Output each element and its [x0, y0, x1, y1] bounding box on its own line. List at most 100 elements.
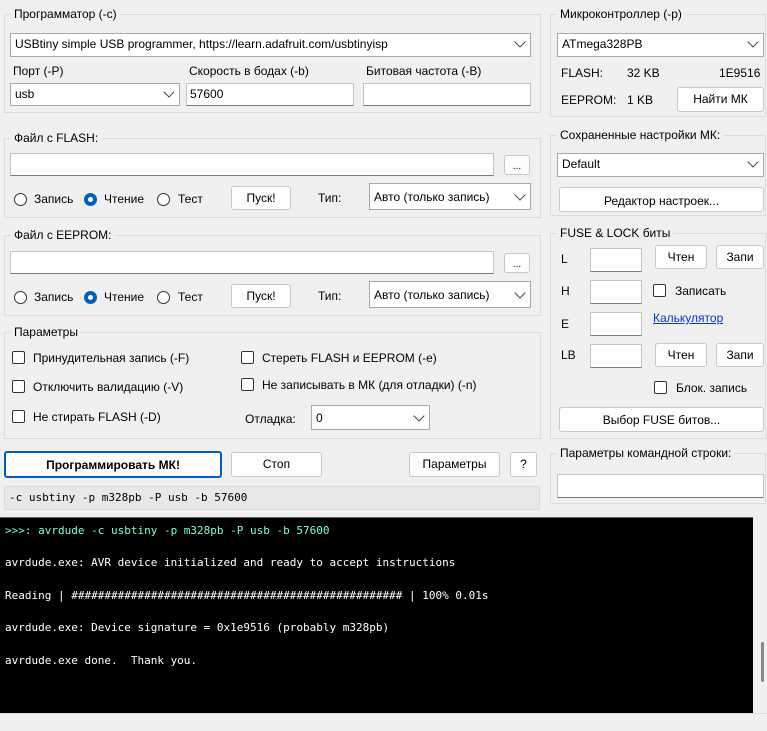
fuse-l-input[interactable]: [590, 248, 642, 272]
lock-read-button[interactable]: Чтен: [655, 343, 707, 367]
fuse-lb-label: LB: [561, 348, 576, 362]
eeprom-go-button[interactable]: Пуск!: [231, 284, 291, 308]
eeprom-type-value: Авто (только запись): [374, 288, 490, 302]
erase-checkbox[interactable]: [241, 351, 254, 364]
status-bar: [0, 713, 767, 731]
saved-settings-legend: Сохраненные настройки МК:: [560, 128, 721, 142]
mcu-legend: Микроконтроллер (-p): [560, 7, 682, 21]
flash-type-select[interactable]: Авто (только запись): [369, 183, 531, 210]
programmer-legend: Программатор (-c): [14, 7, 117, 21]
stop-button[interactable]: Стоп: [231, 452, 322, 477]
chevron-down-icon: [413, 410, 425, 422]
eeprom-browse-button[interactable]: ...: [504, 253, 530, 273]
lock-write-button[interactable]: Запи: [716, 343, 764, 367]
noerase-checkbox[interactable]: [12, 410, 25, 423]
flash-size-value: 32 KB: [627, 66, 660, 80]
programmer-select[interactable]: USBtiny simple USB programmer, https://l…: [10, 33, 531, 57]
debug-select[interactable]: 0: [311, 405, 430, 430]
cmdline-params-legend: Параметры командной строки:: [560, 446, 732, 460]
program-mcu-button[interactable]: Программировать МК!: [4, 451, 222, 478]
flash-type-value: Авто (только запись): [374, 190, 490, 204]
flash-write-radio[interactable]: [14, 193, 27, 206]
eeprom-legend: Файл с EEPROM:: [14, 228, 112, 242]
force-write-checkbox[interactable]: [12, 351, 25, 364]
fuse-read-button[interactable]: Чтен: [655, 245, 707, 269]
command-line-display: -c usbtiny -p m328pb -P usb -b 57600: [4, 486, 540, 510]
help-button[interactable]: ?: [510, 452, 537, 477]
flash-read-radio[interactable]: [84, 193, 97, 206]
params-legend: Параметры: [14, 325, 78, 339]
mcu-select-value: ATmega328PB: [562, 37, 643, 51]
console-line: avrdude.exe: Device signature = 0x1e9516…: [5, 621, 390, 634]
nowrite-label: Не записывать в МК (для отладки) (-n): [262, 378, 477, 392]
nowrite-checkbox[interactable]: [241, 378, 254, 391]
console-scrollbar-thumb[interactable]: [761, 642, 764, 682]
programmer-select-value: USBtiny simple USB programmer, https://l…: [15, 37, 388, 51]
erase-label: Стереть FLASH и EEPROM (-e): [262, 351, 437, 365]
flash-browse-button[interactable]: ...: [504, 155, 530, 175]
eeprom-read-label: Чтение: [104, 290, 145, 304]
eeprom-read-radio[interactable]: [84, 291, 97, 304]
console-line: >>>: avrdude -c usbtiny -p m328pb -P usb…: [5, 524, 330, 537]
find-mcu-button[interactable]: Найти МК: [677, 87, 764, 112]
saved-settings-select[interactable]: Default: [557, 153, 764, 177]
flash-go-button[interactable]: Пуск!: [231, 186, 291, 210]
baud-label: Скорость в бодах (-b): [189, 64, 309, 78]
eeprom-type-label: Тип:: [318, 289, 342, 303]
debug-select-value: 0: [316, 411, 323, 425]
console-scrollbar[interactable]: [753, 517, 767, 713]
eeprom-size-value: 1 KB: [627, 93, 654, 107]
flash-size-label: FLASH:: [561, 66, 604, 80]
port-select-value: usb: [15, 87, 35, 101]
eeprom-file-input[interactable]: [10, 251, 494, 274]
flash-file-input[interactable]: [10, 153, 494, 176]
fuse-h-label: H: [561, 284, 570, 298]
signature-value: 1E9516: [719, 66, 761, 80]
fuse-select-button[interactable]: Выбор FUSE битов...: [559, 407, 764, 432]
port-select[interactable]: usb: [10, 83, 180, 106]
settings-button[interactable]: Параметры: [409, 452, 500, 477]
fuse-calculator-link[interactable]: Калькулятор: [653, 311, 723, 325]
fuse-h-input[interactable]: [590, 280, 642, 304]
baud-input[interactable]: 57600: [186, 83, 354, 106]
flash-write-label: Запись: [34, 192, 74, 206]
debug-label: Отладка:: [245, 412, 296, 426]
fuse-legend: FUSE & LOCK биты: [560, 226, 671, 240]
eeprom-size-label: EEPROM:: [561, 93, 617, 107]
eeprom-write-radio[interactable]: [14, 291, 27, 304]
console-line: Reading | ##############################…: [5, 589, 489, 602]
bitclock-label: Битовая частота (-B): [366, 64, 482, 78]
eeprom-write-label: Запись: [34, 290, 74, 304]
fuse-lb-input[interactable]: [590, 344, 642, 368]
fuse-write-checkbox-label: Записать: [675, 284, 727, 298]
saved-settings-value: Default: [562, 157, 601, 171]
bitclock-input[interactable]: [363, 83, 531, 106]
flash-test-radio[interactable]: [157, 193, 170, 206]
noverify-checkbox[interactable]: [12, 380, 25, 393]
command-line-text: -c usbtiny -p m328pb -P usb -b 57600: [9, 491, 248, 504]
chevron-down-icon: [514, 189, 526, 201]
fuse-e-label: E: [561, 317, 570, 331]
chevron-down-icon: [747, 156, 759, 168]
chevron-down-icon: [514, 36, 526, 48]
console-line: avrdude.exe: AVR device initialized and …: [5, 556, 456, 569]
fuse-write-checkbox[interactable]: [653, 284, 666, 297]
flash-type-label: Тип:: [318, 191, 342, 205]
noverify-label: Отключить валидацию (-V): [33, 380, 184, 394]
lock-write-checkbox[interactable]: [654, 381, 667, 394]
lock-write-checkbox-label: Блок. запись: [676, 381, 748, 395]
flash-test-label: Тест: [178, 192, 203, 206]
chevron-down-icon: [163, 86, 175, 98]
fuse-write-button[interactable]: Запи: [716, 245, 764, 269]
flash-legend: Файл с FLASH:: [14, 131, 99, 145]
flash-read-label: Чтение: [104, 192, 145, 206]
eeprom-test-radio[interactable]: [157, 291, 170, 304]
output-console: >>>: avrdude -c usbtiny -p m328pb -P usb…: [0, 517, 753, 713]
fuse-e-input[interactable]: [590, 312, 642, 336]
eeprom-test-label: Тест: [178, 290, 203, 304]
settings-editor-button[interactable]: Редактор настроек...: [559, 187, 764, 212]
eeprom-type-select[interactable]: Авто (только запись): [369, 281, 531, 308]
force-write-label: Принудительная запись (-F): [33, 351, 190, 365]
mcu-select[interactable]: ATmega328PB: [557, 33, 764, 57]
cmdline-params-input[interactable]: [557, 474, 764, 498]
